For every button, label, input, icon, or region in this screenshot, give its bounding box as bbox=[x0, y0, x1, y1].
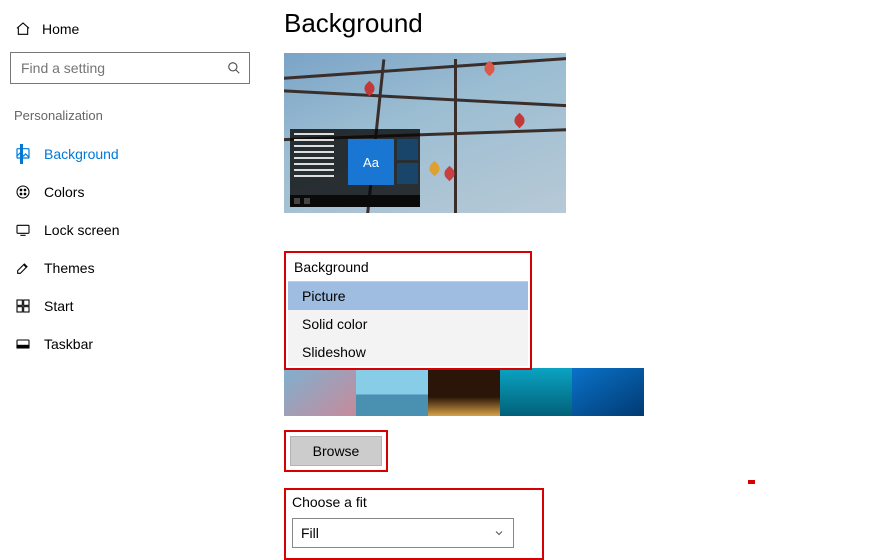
wallpaper-thumb[interactable] bbox=[572, 368, 644, 416]
section-header: Personalization bbox=[10, 108, 250, 135]
palette-icon bbox=[14, 183, 32, 201]
search-input-wrap[interactable] bbox=[10, 52, 250, 84]
background-dropdown-label: Background bbox=[288, 255, 528, 281]
themes-icon bbox=[14, 259, 32, 277]
search-icon bbox=[227, 61, 241, 75]
chevron-down-icon bbox=[493, 527, 505, 539]
home-nav[interactable]: Home bbox=[10, 18, 250, 50]
sidebar-item-label: Background bbox=[44, 146, 119, 162]
preview-start-menu: Aa bbox=[290, 129, 420, 207]
browse-button[interactable]: Browse bbox=[290, 436, 382, 466]
search-input[interactable] bbox=[19, 59, 208, 77]
sidebar-item-label: Lock screen bbox=[44, 222, 119, 238]
sidebar-item-taskbar[interactable]: Taskbar bbox=[10, 325, 250, 363]
sidebar-item-label: Taskbar bbox=[44, 336, 93, 352]
page-title: Background bbox=[284, 8, 868, 39]
desktop-preview: Aa bbox=[284, 53, 566, 213]
lock-screen-icon bbox=[14, 221, 32, 239]
start-icon bbox=[14, 297, 32, 315]
background-option-picture[interactable]: Picture bbox=[288, 282, 528, 310]
choose-fit-label: Choose a fit bbox=[292, 494, 536, 510]
wallpaper-thumb[interactable] bbox=[356, 368, 428, 416]
sidebar-item-label: Themes bbox=[44, 260, 95, 276]
taskbar-icon bbox=[14, 335, 32, 353]
settings-sidebar: Home Personalization Background Colors bbox=[0, 0, 260, 540]
recent-images-row bbox=[284, 368, 644, 416]
annotation-mark bbox=[748, 480, 755, 484]
background-option-solid-color[interactable]: Solid color bbox=[288, 310, 528, 338]
preview-sample-tile: Aa bbox=[348, 139, 394, 185]
choose-fit-select[interactable]: Fill bbox=[292, 518, 514, 548]
wallpaper-thumb[interactable] bbox=[284, 368, 356, 416]
settings-main: Background Aa Background Picture Solid c… bbox=[260, 0, 892, 540]
sidebar-item-lock-screen[interactable]: Lock screen bbox=[10, 211, 250, 249]
wallpaper-thumb[interactable] bbox=[428, 368, 500, 416]
sidebar-item-start[interactable]: Start bbox=[10, 287, 250, 325]
background-option-slideshow[interactable]: Slideshow bbox=[288, 338, 528, 366]
sidebar-item-background[interactable]: Background bbox=[10, 135, 250, 173]
choose-fit-highlight: Choose a fit Fill bbox=[284, 488, 544, 560]
home-label: Home bbox=[42, 21, 79, 37]
choose-fit-value: Fill bbox=[301, 525, 319, 541]
wallpaper-thumb[interactable] bbox=[500, 368, 572, 416]
background-dropdown-highlight: Background Picture Solid color Slideshow bbox=[284, 251, 532, 370]
picture-icon bbox=[14, 145, 32, 163]
browse-highlight: Browse bbox=[284, 430, 388, 472]
sidebar-item-colors[interactable]: Colors bbox=[10, 173, 250, 211]
home-icon bbox=[14, 20, 32, 38]
background-dropdown-list[interactable]: Picture Solid color Slideshow bbox=[288, 281, 528, 366]
sidebar-item-label: Start bbox=[44, 298, 74, 314]
sidebar-item-label: Colors bbox=[44, 184, 84, 200]
sidebar-item-themes[interactable]: Themes bbox=[10, 249, 250, 287]
